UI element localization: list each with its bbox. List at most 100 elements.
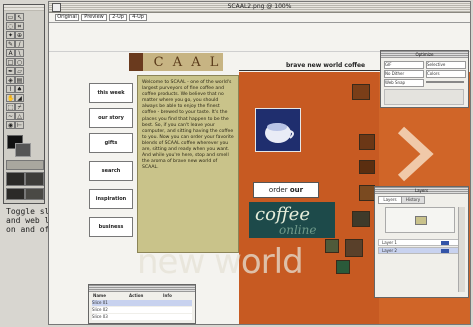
nav-search[interactable]: search bbox=[89, 161, 133, 181]
logo-letter: A bbox=[191, 54, 201, 70]
slices-header-name: Name bbox=[93, 293, 106, 298]
smudge-tool-icon[interactable]: ~ bbox=[6, 112, 15, 120]
hand-tool-icon[interactable]: ✋ bbox=[6, 94, 15, 102]
thumbnail-image bbox=[359, 160, 375, 174]
site-tagline: brave new world coffee bbox=[286, 62, 366, 69]
crop-tool-icon[interactable]: ⌗ bbox=[15, 22, 24, 30]
thumbnail-image bbox=[359, 185, 375, 201]
tab-original[interactable]: Original bbox=[55, 14, 79, 21]
tab-layers[interactable]: Layers bbox=[378, 196, 402, 204]
optimize-palette-title: Optimize bbox=[381, 51, 468, 58]
online-word: online bbox=[279, 223, 317, 237]
format-select[interactable]: GIF bbox=[384, 61, 424, 69]
brand-watermark: new world bbox=[137, 242, 304, 282]
layer-thumbnail bbox=[441, 241, 449, 245]
redeye-tool-icon[interactable]: ◉ bbox=[6, 121, 15, 129]
text-tool-icon[interactable]: A bbox=[6, 49, 15, 57]
layer-preview-swatch bbox=[415, 216, 427, 225]
measure-tool-icon[interactable]: ⊢ bbox=[15, 121, 24, 129]
order-button[interactable]: order our bbox=[253, 182, 319, 198]
slice-row[interactable]: Slice 03 bbox=[92, 314, 192, 320]
coffee-online-banner[interactable]: coffee online bbox=[249, 202, 335, 238]
layers-scrollbar[interactable] bbox=[458, 207, 465, 292]
tab-history[interactable]: History bbox=[401, 196, 425, 204]
slices-header-action: Action bbox=[129, 293, 144, 298]
ellipse-tool-icon[interactable]: ○ bbox=[15, 58, 24, 66]
layers-palette: Layers Layers History Layer 1 Layer 2 bbox=[374, 186, 469, 298]
wand-tool-icon[interactable]: ✦ bbox=[6, 31, 15, 39]
layer-row-name: Layer 2 bbox=[382, 248, 397, 253]
welcome-panel: Welcome to SCAAL - one of the world's la… bbox=[137, 75, 239, 253]
nav-business[interactable]: business bbox=[89, 217, 133, 237]
line-tool-icon[interactable]: \ bbox=[15, 49, 24, 57]
fill-color-swatch[interactable] bbox=[15, 143, 31, 157]
hide-slices-icon[interactable] bbox=[6, 188, 25, 200]
tools-palette-titlebar bbox=[4, 5, 44, 11]
thumbnail-image bbox=[352, 84, 370, 100]
eraser-tool-icon[interactable]: ▱ bbox=[15, 67, 24, 75]
stamp-tool-icon[interactable]: ♠ bbox=[15, 85, 24, 93]
slice-row[interactable]: Slice 01 bbox=[92, 300, 192, 306]
slice-toggle-icon[interactable] bbox=[6, 172, 25, 186]
logo-letter: C bbox=[153, 54, 164, 70]
logo-dark-cell bbox=[129, 53, 143, 71]
bucket-tool-icon[interactable]: ◈ bbox=[6, 76, 15, 84]
document-title: SCAAL2.png @ 100% bbox=[49, 2, 470, 13]
nav-our-story[interactable]: our story bbox=[89, 108, 133, 128]
websnap-select[interactable]: Web Snap bbox=[384, 79, 424, 87]
nav-gifts[interactable]: gifts bbox=[89, 133, 133, 153]
optimize-palette: Optimize GIF Selective No Dither Colors … bbox=[380, 50, 469, 108]
tab-preview[interactable]: Preview bbox=[81, 14, 107, 21]
close-box-icon[interactable] bbox=[52, 3, 61, 12]
pencil-tool-icon[interactable]: ✎ bbox=[6, 40, 15, 48]
brush-tool-icon[interactable]: / bbox=[15, 40, 24, 48]
order-word: our bbox=[289, 186, 304, 194]
thumbnail-image bbox=[352, 211, 370, 227]
slices-palette: Name Action Info Slice 01 Slice 02 Slice… bbox=[88, 284, 196, 324]
thumbnail-image bbox=[345, 239, 363, 257]
optimize-slider[interactable] bbox=[426, 81, 464, 83]
nav-this-week[interactable]: this week bbox=[89, 83, 133, 103]
slices-header-info: Info bbox=[163, 293, 172, 298]
layer-row-selected[interactable]: Layer 2 bbox=[378, 247, 464, 254]
rectangle-tool-icon[interactable]: □ bbox=[6, 58, 15, 66]
coffee-cup-icon bbox=[265, 123, 294, 143]
pen-tool-icon[interactable]: ✒ bbox=[6, 67, 15, 75]
thumbnail-image bbox=[325, 239, 339, 253]
gradient-tool-icon[interactable]: ▤ bbox=[15, 76, 24, 84]
eyedropper-tool-icon[interactable]: ⌇ bbox=[6, 85, 15, 93]
chevron-right-icon bbox=[397, 126, 434, 182]
logo-strip: S C A A L bbox=[129, 53, 223, 71]
arrow-tool-icon[interactable]: ↖ bbox=[15, 13, 24, 21]
tab-divider bbox=[49, 22, 470, 23]
layer-row-name: Layer 1 bbox=[382, 240, 397, 245]
marquee-tool-icon[interactable]: ▭ bbox=[6, 13, 15, 21]
logo-letter: A bbox=[172, 54, 183, 70]
sharpen-tool-icon[interactable]: △ bbox=[15, 112, 24, 120]
palette-select[interactable]: Selective bbox=[426, 61, 466, 69]
zoom-tool-icon[interactable]: ⊕ bbox=[15, 31, 24, 39]
knife-tool-icon[interactable]: ⌿ bbox=[15, 103, 24, 111]
thumbnail-image bbox=[336, 260, 350, 274]
show-slices-icon[interactable] bbox=[25, 188, 44, 200]
slice-row[interactable]: Slice 02 bbox=[92, 307, 192, 313]
coffee-cup-image bbox=[255, 108, 301, 152]
slice-tool-icon[interactable]: ◢ bbox=[15, 94, 24, 102]
hero-chevron bbox=[397, 124, 437, 184]
tools-palette: ▭ ↖ ◌ ⌗ ✦ ⊕ ✎ / A \ □ ○ ✒ ▱ ◈ ▤ ⌇ ♠ ✋ ◢ … bbox=[3, 4, 45, 204]
logo-letter: L bbox=[209, 54, 219, 70]
optimize-options-area bbox=[384, 89, 464, 105]
layer-row[interactable]: Layer 1 bbox=[378, 239, 464, 246]
dither-select[interactable]: No Dither bbox=[384, 70, 424, 78]
tab-2up[interactable]: 2-Up bbox=[109, 14, 127, 21]
order-prefix: order bbox=[268, 186, 290, 194]
lasso-tool-icon[interactable]: ◌ bbox=[6, 22, 15, 30]
hotspot-tool-icon[interactable]: ⬚ bbox=[6, 103, 15, 111]
layer-thumbnail bbox=[441, 249, 449, 253]
colors-select[interactable]: Colors bbox=[426, 70, 466, 78]
thumbnail-image bbox=[359, 134, 375, 150]
color-mode-icons[interactable] bbox=[6, 160, 44, 170]
nav-inspiration[interactable]: inspiration bbox=[89, 189, 133, 209]
tab-4up[interactable]: 4-Up bbox=[129, 14, 147, 21]
web-layer-toggle-icon[interactable] bbox=[25, 172, 44, 186]
